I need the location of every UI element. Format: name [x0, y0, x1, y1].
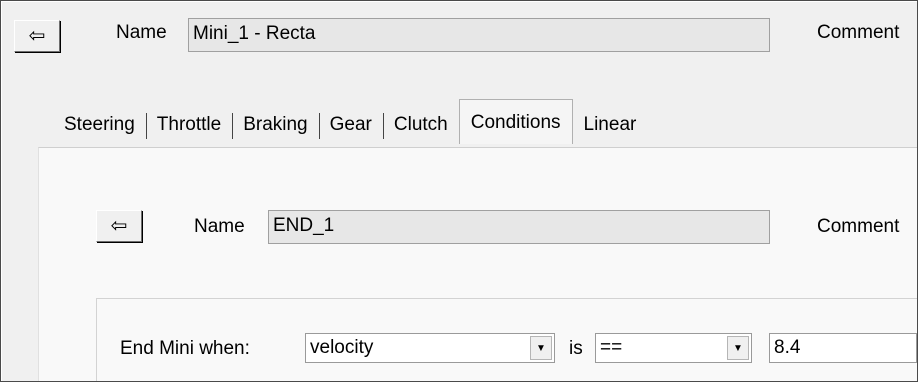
- variable-value: velocity: [310, 337, 374, 358]
- window-frame: ⇦ Name Mini_1 - Recta Comment Steering T…: [0, 0, 918, 382]
- value-input[interactable]: 8.4: [769, 333, 917, 363]
- inner-comment-label: Comment: [817, 216, 900, 237]
- tab-strip: Steering Throttle Braking Gear Clutch Co…: [53, 99, 648, 147]
- tab-conditions[interactable]: Conditions: [458, 99, 573, 144]
- tab-throttle[interactable]: Throttle: [145, 105, 232, 145]
- end-mini-when-label: End Mini when:: [120, 338, 250, 359]
- back-arrow-icon: ⇦: [28, 25, 46, 47]
- inner-back-button[interactable]: ⇦: [96, 210, 142, 242]
- name-field[interactable]: Mini_1 - Recta: [188, 18, 770, 52]
- comment-label: Comment: [817, 22, 900, 43]
- operator-value: ==: [600, 337, 623, 358]
- back-arrow-icon: ⇦: [110, 215, 128, 237]
- name-label: Name: [116, 22, 167, 43]
- back-button[interactable]: ⇦: [14, 20, 60, 52]
- inner-name-label: Name: [194, 216, 245, 237]
- tab-braking[interactable]: Braking: [232, 105, 318, 145]
- operator-dropdown[interactable]: == ▼: [595, 333, 752, 363]
- tab-steering[interactable]: Steering: [53, 105, 146, 145]
- tab-linear[interactable]: Linear: [573, 105, 648, 145]
- dropdown-arrow-icon[interactable]: ▼: [530, 336, 552, 360]
- inner-name-field[interactable]: END_1: [268, 210, 770, 244]
- tab-clutch[interactable]: Clutch: [382, 105, 459, 145]
- variable-dropdown[interactable]: velocity ▼: [305, 333, 555, 363]
- main-panel: ⇦ Name Mini_1 - Recta Comment Steering T…: [2, 2, 917, 381]
- tab-gear[interactable]: Gear: [318, 105, 383, 145]
- dropdown-arrow-icon[interactable]: ▼: [727, 336, 749, 360]
- is-label: is: [569, 338, 583, 359]
